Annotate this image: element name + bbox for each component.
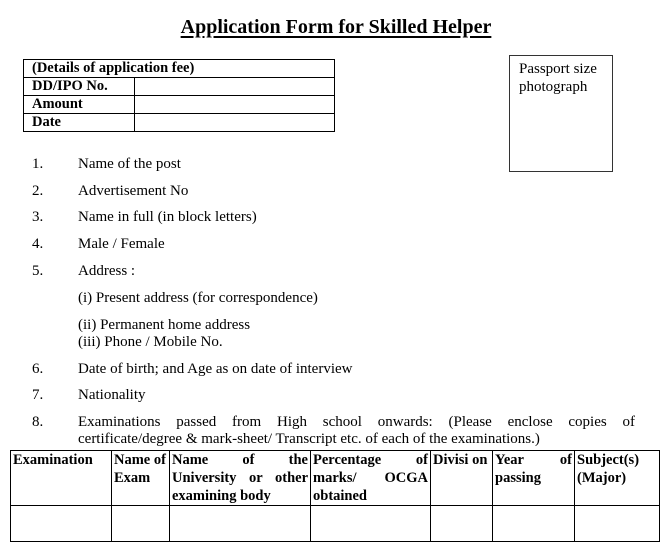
item-label: Date of birth; and Age as on date of int…	[78, 361, 353, 377]
address-permanent: (ii) Permanent home address	[78, 317, 251, 333]
header-university: Name of the University or other examinin…	[169, 450, 311, 506]
cell-subjects[interactable]	[574, 505, 660, 542]
cell-university[interactable]	[169, 505, 311, 542]
fee-row-amount: Amount	[23, 95, 335, 114]
header-subjects: Subject(s) (Major)	[574, 450, 660, 506]
cell-year-of-passing[interactable]	[492, 505, 575, 542]
fee-table-header: (Details of application fee)	[23, 59, 335, 78]
item-label: Advertisement No	[78, 183, 189, 199]
cell-examination[interactable]	[10, 505, 112, 542]
fee-value-amount[interactable]	[134, 95, 335, 114]
cell-percentage[interactable]	[310, 505, 431, 542]
phone-mobile: (iii) Phone / Mobile No.	[78, 334, 223, 350]
item-number: 4.	[32, 236, 44, 252]
application-fee-table: (Details of application fee) DD/IPO No. …	[23, 59, 335, 132]
item-label: Nationality	[78, 387, 146, 403]
header-examination: Examination	[10, 450, 112, 506]
examinations-instruction-line1: Examinations passed from High school onw…	[78, 414, 635, 430]
address-present: (i) Present address (for correspondence)	[78, 290, 318, 306]
examinations-table: Examination Name of Exam Name of the Uni…	[10, 450, 660, 542]
item-label: Male / Female	[78, 236, 165, 252]
item-label: Address :	[78, 263, 136, 279]
item-label: Name in full (in block letters)	[78, 209, 257, 225]
form-item-examinations: Examinations passed from High school onw…	[78, 414, 635, 448]
photo-label-line1: Passport size	[519, 61, 597, 77]
header-percentage: Percentage of marks/ OCGA obtained	[310, 450, 431, 506]
fee-label-dd-ipo: DD/IPO No.	[23, 77, 135, 96]
passport-photo-box: Passport size photograph	[509, 55, 613, 172]
item-number: 7.	[32, 387, 44, 403]
header-name-of-exam: Name of Exam	[111, 450, 170, 506]
item-number: 5.	[32, 263, 44, 279]
cell-division[interactable]	[430, 505, 493, 542]
fee-value-date[interactable]	[134, 113, 335, 132]
header-year-of-passing: Year of passing	[492, 450, 575, 506]
photo-label-line2: photograph	[519, 79, 588, 95]
item-number: 2.	[32, 183, 44, 199]
examinations-instruction-line2: certificate/degree & mark-sheet/ Transcr…	[78, 431, 540, 447]
form-title: Application Form for Skilled Helper	[180, 16, 492, 38]
fee-row-date: Date	[23, 113, 335, 132]
item-number: 1.	[32, 156, 44, 172]
table-row	[10, 505, 660, 542]
item-number: 8.	[32, 414, 44, 430]
exam-table-header-row: Examination Name of Exam Name of the Uni…	[10, 450, 660, 506]
fee-row-dd-ipo: DD/IPO No.	[23, 77, 335, 96]
item-number: 6.	[32, 361, 44, 377]
cell-name-of-exam[interactable]	[111, 505, 170, 542]
fee-label-date: Date	[23, 113, 135, 132]
item-number: 3.	[32, 209, 44, 225]
header-division: Divisi on	[430, 450, 493, 506]
fee-label-amount: Amount	[23, 95, 135, 114]
item-label: Name of the post	[78, 156, 181, 172]
fee-value-dd-ipo[interactable]	[134, 77, 335, 96]
